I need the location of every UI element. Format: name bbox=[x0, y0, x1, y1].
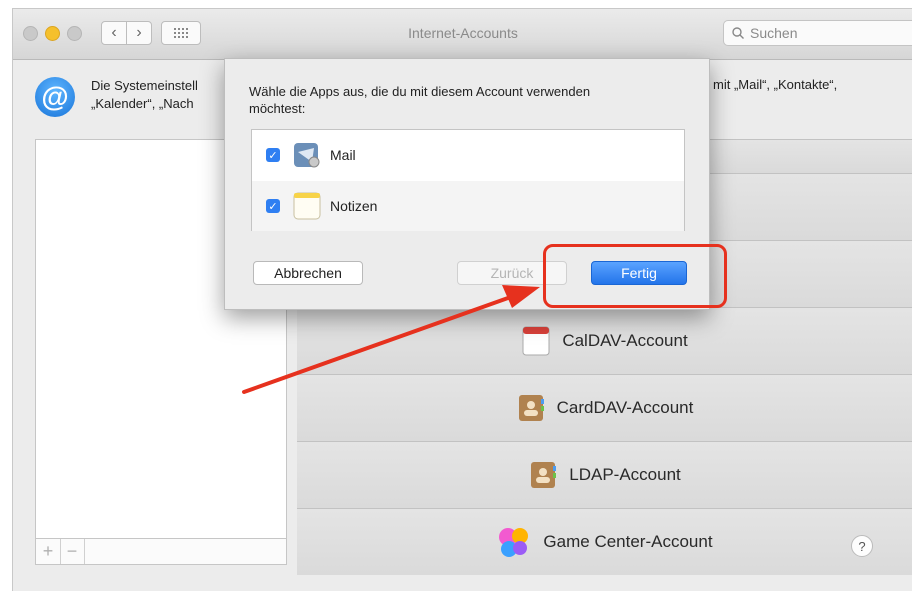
list-button-bar: + − bbox=[35, 539, 287, 565]
app-list: ✓ Mail ✓ Notizen bbox=[251, 129, 685, 231]
title-bar: ‹ › Internet-Accounts Suchen bbox=[13, 9, 912, 60]
account-type-row-ldap[interactable]: LDAP-Account bbox=[297, 441, 912, 508]
internet-accounts-at-icon: @ bbox=[35, 77, 75, 117]
description-text: Die Systemeinstell „Kalender“, „Nach bbox=[91, 77, 198, 113]
account-label: CardDAV-Account bbox=[556, 398, 694, 417]
description-line-right: mit „Mail“, „Kontakte“, bbox=[713, 77, 838, 92]
search-placeholder: Suchen bbox=[750, 25, 798, 41]
account-type-row-game-center[interactable]: Game Center-Account bbox=[297, 508, 912, 575]
description-line-1: Die Systemeinstell bbox=[91, 78, 198, 93]
notes-checkbox[interactable]: ✓ bbox=[266, 199, 280, 213]
checkmark-icon: ✓ bbox=[268, 149, 278, 162]
checkmark-icon: ✓ bbox=[268, 200, 278, 213]
account-label: CalDAV-Account bbox=[562, 331, 688, 350]
help-button[interactable]: ? bbox=[851, 535, 873, 557]
app-label: Mail bbox=[330, 147, 356, 163]
app-row-notes[interactable]: ✓ Notizen bbox=[252, 181, 684, 231]
app-label: Notizen bbox=[330, 198, 378, 214]
cancel-button[interactable]: Abbrechen bbox=[253, 261, 363, 285]
description-line-2: „Kalender“, „Nach bbox=[91, 96, 194, 111]
account-type-row-carddav[interactable]: CardDAV-Account bbox=[297, 374, 912, 441]
highlight-callout-box bbox=[543, 244, 727, 308]
notes-app-icon bbox=[293, 192, 321, 220]
account-type-row-caldav[interactable]: CalDAV-Account bbox=[297, 307, 912, 374]
contacts-book-icon bbox=[518, 395, 544, 421]
sheet-prompt: Wähle die Apps aus, die du mit diesem Ac… bbox=[249, 84, 591, 116]
search-icon bbox=[732, 27, 744, 39]
search-input[interactable]: Suchen bbox=[723, 20, 912, 46]
account-label: Game Center-Account bbox=[543, 532, 713, 551]
remove-account-button[interactable]: − bbox=[60, 539, 85, 564]
contacts-book-icon bbox=[531, 462, 557, 488]
calendar-icon bbox=[522, 326, 550, 356]
add-account-button[interactable]: + bbox=[36, 539, 61, 564]
mail-checkbox[interactable]: ✓ bbox=[266, 148, 280, 162]
app-row-mail[interactable]: ✓ Mail bbox=[252, 130, 684, 180]
account-label: LDAP-Account bbox=[569, 465, 681, 484]
game-center-icon bbox=[499, 528, 529, 557]
mail-app-icon bbox=[294, 143, 320, 168]
